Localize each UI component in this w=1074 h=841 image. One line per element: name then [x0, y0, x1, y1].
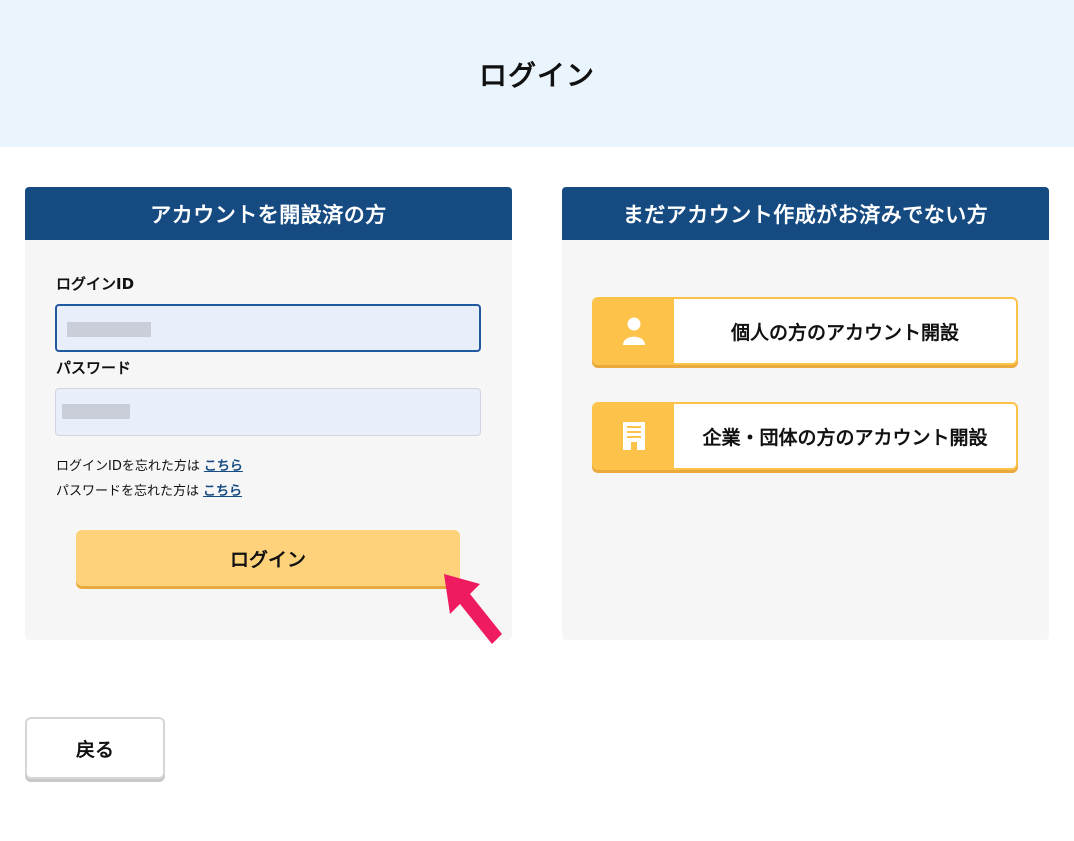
- forgot-id-row: ログインIDを忘れた方は こちら: [56, 455, 243, 474]
- building-icon: [594, 404, 674, 468]
- personal-account-button[interactable]: 個人の方のアカウント開設: [592, 297, 1018, 365]
- forgot-password-row: パスワードを忘れた方は こちら: [56, 480, 242, 499]
- forgot-password-link[interactable]: こちら: [203, 484, 242, 499]
- existing-account-panel: アカウントを開設済の方 ログインID パスワード ログインIDを忘れた方は こちら…: [25, 187, 512, 640]
- corporate-account-label: 企業・団体の方のアカウント開設: [702, 426, 988, 449]
- login-id-input[interactable]: [55, 304, 481, 352]
- password-input[interactable]: [55, 388, 481, 436]
- forgot-password-text: パスワードを忘れた方は: [56, 484, 200, 499]
- login-button[interactable]: ログイン: [76, 530, 460, 586]
- new-account-panel: まだアカウント作成がお済みでない方 個人の方のアカウント開設 企業・団体の方のア…: [562, 187, 1049, 640]
- page-title: ログイン: [478, 58, 595, 92]
- forgot-id-text: ログインIDを忘れた方は: [56, 459, 200, 474]
- login-id-label: ログインID: [56, 275, 135, 293]
- pointer-arrow-icon: [444, 574, 502, 644]
- new-account-heading: まだアカウント作成がお済みでない方: [562, 187, 1049, 240]
- password-label: パスワード: [56, 359, 132, 377]
- corporate-account-button[interactable]: 企業・団体の方のアカウント開設: [592, 402, 1018, 470]
- page-header: ログイン: [0, 0, 1074, 147]
- masked-text: [62, 404, 130, 419]
- existing-account-heading: アカウントを開設済の方: [25, 187, 512, 240]
- masked-text: [67, 322, 151, 337]
- personal-account-label: 個人の方のアカウント開設: [730, 321, 959, 344]
- back-button[interactable]: 戻る: [25, 717, 165, 779]
- person-icon: [594, 299, 674, 363]
- forgot-id-link[interactable]: こちら: [204, 459, 243, 474]
